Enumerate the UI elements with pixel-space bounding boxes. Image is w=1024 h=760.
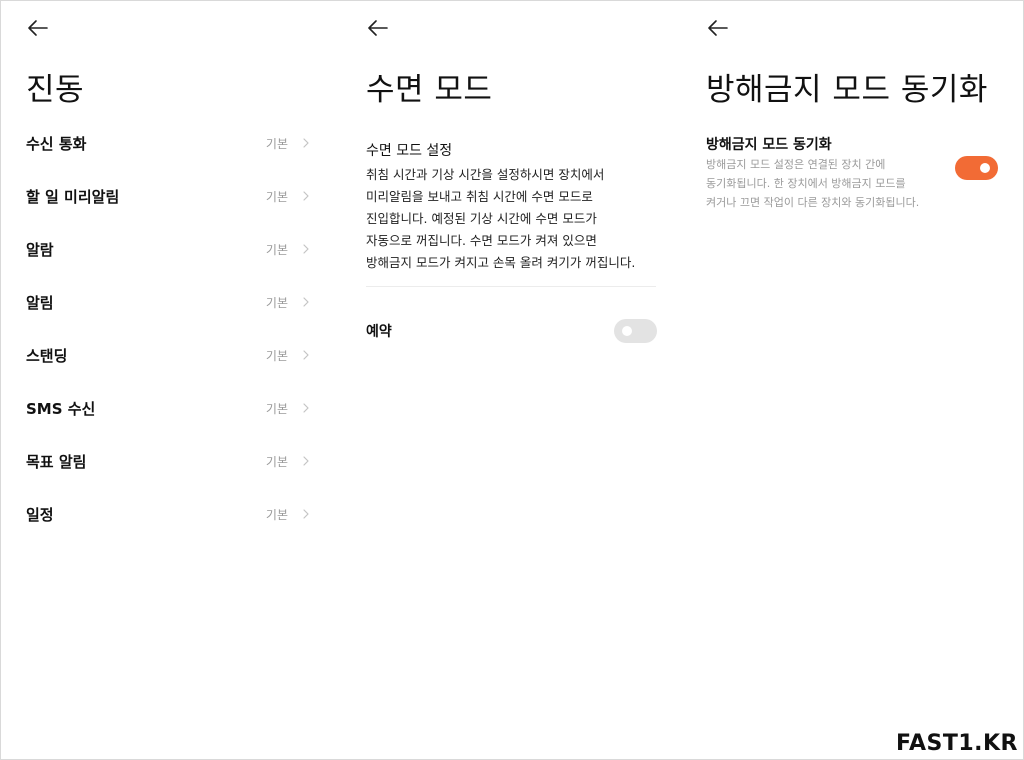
list-item-value: 기본 bbox=[265, 295, 288, 310]
chevron-right-icon bbox=[302, 297, 310, 307]
vibration-list-item[interactable]: SMS 수신 기본 bbox=[26, 393, 310, 423]
chevron-right-icon bbox=[302, 350, 310, 360]
vibration-list-item[interactable]: 알림 기본 bbox=[26, 287, 310, 317]
arrow-left-icon bbox=[368, 20, 388, 36]
sleep-settings-description: 취침 시간과 기상 시간을 설정하시면 장치에서 미리알림을 보내고 취침 시간… bbox=[366, 164, 666, 274]
vibration-list-item[interactable]: 목표 알림 기본 bbox=[26, 446, 310, 476]
description-line: 방해금지 모드가 켜지고 손목 올려 켜기가 꺼집니다. bbox=[366, 255, 636, 270]
back-button[interactable] bbox=[366, 16, 392, 40]
list-item-value: 기본 bbox=[265, 454, 288, 469]
list-item-value: 기본 bbox=[265, 136, 288, 151]
list-item-label: 수신 통화 bbox=[26, 134, 87, 153]
page-title: 진동 bbox=[26, 72, 85, 108]
vibration-list-item[interactable]: 수신 통화 기본 bbox=[26, 128, 310, 158]
list-item-label: 일정 bbox=[26, 505, 54, 524]
list-item-label: 할 일 미리알림 bbox=[26, 187, 120, 206]
divider bbox=[366, 286, 656, 287]
list-item-label: 스탠딩 bbox=[26, 346, 68, 365]
vibration-list-item[interactable]: 일정 기본 bbox=[26, 499, 310, 529]
toggle-knob bbox=[622, 326, 632, 336]
list-item-label: 알람 bbox=[26, 240, 54, 259]
list-item-label: 알림 bbox=[26, 293, 54, 312]
toggle-knob bbox=[980, 163, 990, 173]
schedule-label: 예약 bbox=[366, 324, 392, 340]
list-item-value: 기본 bbox=[265, 242, 288, 257]
chevron-right-icon bbox=[302, 244, 310, 254]
page-title: 방해금지 모드 동기화 bbox=[706, 72, 988, 108]
description-line: 동기화됩니다. 한 장치에서 방해금지 모드를 bbox=[706, 177, 906, 190]
chevron-right-icon bbox=[302, 191, 310, 201]
list-item-value: 기본 bbox=[265, 401, 288, 416]
vibration-list-item[interactable]: 알람 기본 bbox=[26, 234, 310, 264]
list-item-label: 목표 알림 bbox=[26, 452, 87, 471]
sleep-mode-panel: 수면 모드 수면 모드 설정 취침 시간과 기상 시간을 설정하시면 장치에서 … bbox=[340, 0, 680, 760]
arrow-left-icon bbox=[28, 20, 48, 36]
dnd-sync-toggle[interactable] bbox=[955, 156, 998, 180]
dnd-sync-description: 방해금지 모드 설정은 연결된 장치 간에 동기화됩니다. 한 장치에서 방해금… bbox=[706, 155, 946, 212]
description-line: 방해금지 모드 설정은 연결된 장치 간에 bbox=[706, 158, 886, 171]
description-line: 자동으로 꺼집니다. 수면 모드가 켜져 있으면 bbox=[366, 233, 597, 248]
chevron-right-icon bbox=[302, 403, 310, 413]
list-item-value: 기본 bbox=[265, 507, 288, 522]
back-button[interactable] bbox=[26, 16, 52, 40]
chevron-right-icon bbox=[302, 138, 310, 148]
dnd-sync-setting-title: 방해금지 모드 동기화 bbox=[706, 137, 832, 153]
dnd-sync-panel: 방해금지 모드 동기화 방해금지 모드 동기화 방해금지 모드 설정은 연결된 … bbox=[680, 0, 1024, 760]
description-line: 켜거나 끄면 작업이 다른 장치와 동기화됩니다. bbox=[706, 196, 920, 209]
vibration-list-item[interactable]: 할 일 미리알림 기본 bbox=[26, 181, 310, 211]
page-title: 수면 모드 bbox=[366, 72, 493, 108]
vibration-list-item[interactable]: 스탠딩 기본 bbox=[26, 340, 310, 370]
back-button[interactable] bbox=[706, 16, 732, 40]
schedule-toggle[interactable] bbox=[614, 319, 657, 343]
description-line: 미리알림을 보내고 취침 시간에 수면 모드로 bbox=[366, 189, 593, 204]
sleep-settings-heading[interactable]: 수면 모드 설정 bbox=[366, 140, 452, 160]
watermark: FAST1.KR bbox=[895, 731, 1018, 756]
chevron-right-icon bbox=[302, 509, 310, 519]
list-item-value: 기본 bbox=[265, 189, 288, 204]
description-line: 취침 시간과 기상 시간을 설정하시면 장치에서 bbox=[366, 167, 605, 182]
chevron-right-icon bbox=[302, 456, 310, 466]
description-line: 진입합니다. 예정된 기상 시간에 수면 모드가 bbox=[366, 211, 597, 226]
list-item-value: 기본 bbox=[265, 348, 288, 363]
arrow-left-icon bbox=[708, 20, 728, 36]
list-item-label: SMS 수신 bbox=[26, 399, 96, 418]
vibration-panel: 진동 수신 통화 기본 할 일 미리알림 기본 알람 기본 알림 기본 스탠딩 기본 SMS 수신 기… bbox=[0, 0, 340, 760]
